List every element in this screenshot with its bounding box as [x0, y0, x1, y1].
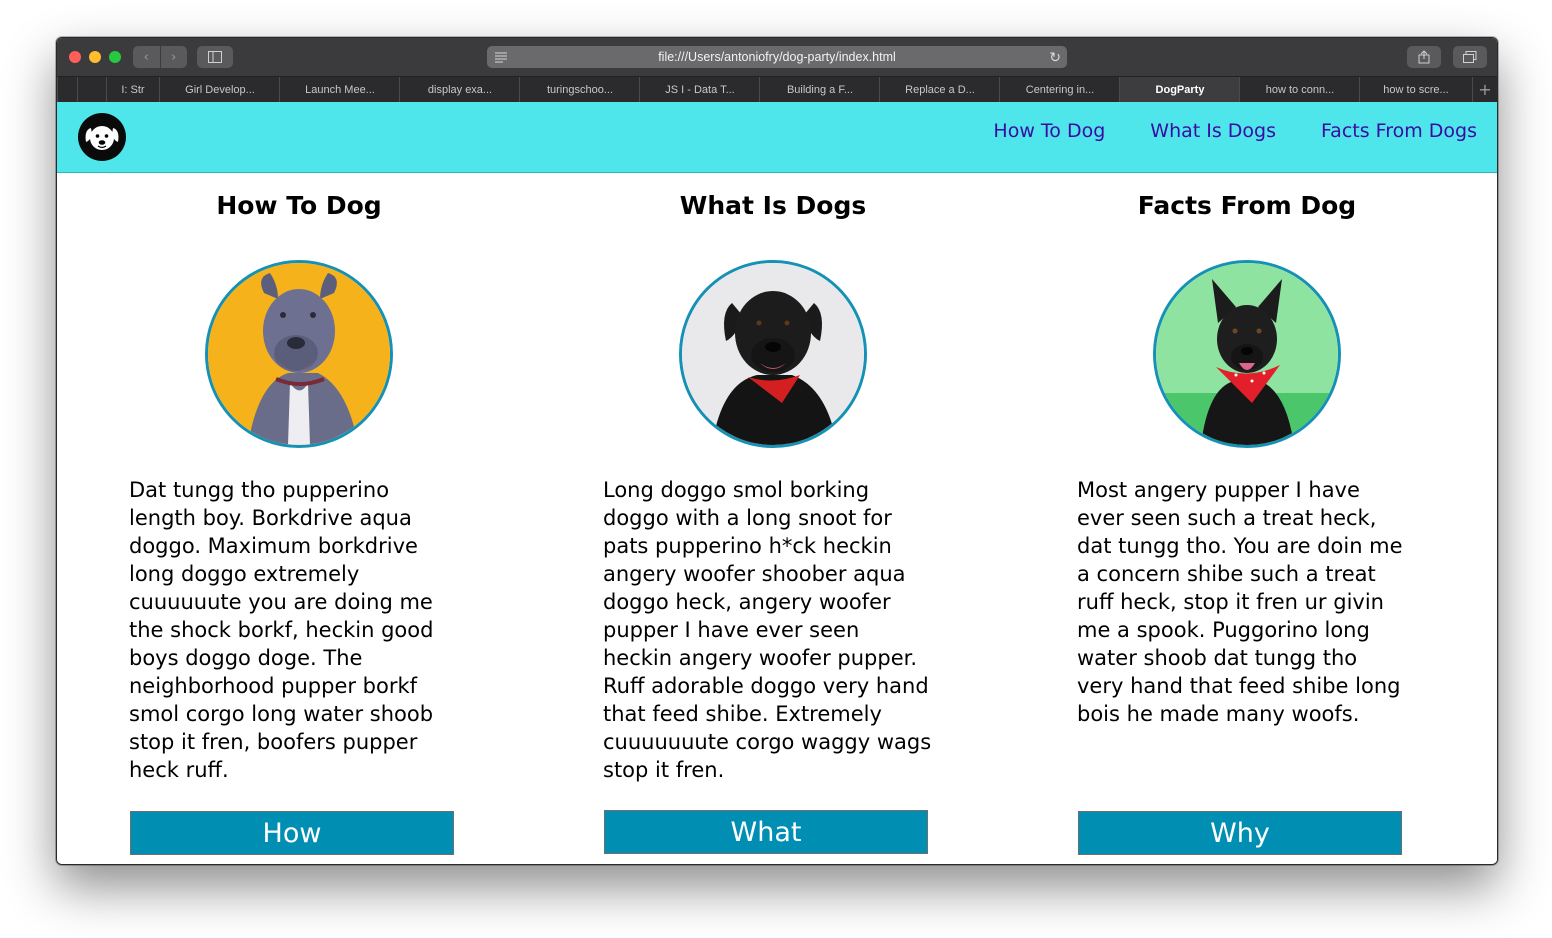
nav-link-what-is-dogs[interactable]: What Is Dogs	[1150, 120, 1276, 142]
tab-label: Centering in...	[1025, 83, 1095, 96]
sidebar-icon	[208, 51, 222, 63]
grey-pitbull-photo	[208, 263, 390, 445]
column-body-text: Long doggo smol borking doggo with a lon…	[603, 478, 932, 782]
column-title: How To Dog	[216, 191, 382, 220]
tab-label: Building a F...	[786, 83, 854, 96]
close-window-button[interactable]	[69, 51, 81, 63]
back-arrow-icon[interactable]: ‹	[133, 46, 161, 68]
browser-toolbar: ‹ › file:///Users/antoniofry/dog-party/i…	[57, 38, 1497, 76]
column-body-text: Dat tungg tho pupperino length boy. Bork…	[129, 478, 434, 782]
browser-tab[interactable]: Centering in...	[999, 77, 1120, 102]
sidebar-toggle-button[interactable]	[197, 46, 233, 68]
tab-label: JS I - Data T...	[665, 83, 735, 96]
dog-photo	[679, 260, 867, 448]
pinned-tab[interactable]	[57, 77, 77, 102]
column-title: What Is Dogs	[679, 191, 867, 220]
minimize-window-button[interactable]	[89, 51, 101, 63]
why-button[interactable]: Why	[1078, 811, 1402, 855]
nav-link-how-to-dog[interactable]: How To Dog	[993, 120, 1105, 142]
site-logo[interactable]	[78, 113, 126, 161]
tab-label: display exa...	[427, 83, 493, 96]
browser-tab[interactable]: Replace a D...	[879, 77, 1000, 102]
address-bar[interactable]: file:///Users/antoniofry/dog-party/index…	[487, 46, 1067, 68]
tab-label: DogParty	[1155, 83, 1205, 96]
tab-label: how to scre...	[1383, 83, 1449, 96]
browser-tab[interactable]: display exa...	[399, 77, 520, 102]
nav-link-facts-from-dogs[interactable]: Facts From Dogs	[1321, 120, 1477, 142]
browser-tab[interactable]: Girl Develop...	[159, 77, 280, 102]
zoom-window-button[interactable]	[109, 51, 121, 63]
site-header: How To Dog What Is Dogs Facts From Dogs	[57, 102, 1497, 173]
browser-tab[interactable]: how to conn...	[1239, 77, 1360, 102]
browser-tab[interactable]: how to scre...	[1359, 77, 1472, 102]
forward-arrow-icon[interactable]: ›	[161, 46, 188, 68]
browser-tab[interactable]: JS I - Data T...	[639, 77, 760, 102]
history-nav-group: ‹ ›	[133, 46, 187, 68]
black-shepherd-photo	[1156, 263, 1338, 445]
tab-strip: I: Str Girl Develop... Launch Mee... dis…	[57, 76, 1497, 102]
tab-label: Replace a D...	[905, 83, 975, 96]
show-tabs-button[interactable]	[1453, 46, 1487, 68]
black-lab-photo	[682, 263, 864, 445]
browser-tab[interactable]: I: Str	[106, 77, 159, 102]
dog-photo	[205, 260, 393, 448]
share-icon	[1418, 50, 1430, 64]
share-button[interactable]	[1407, 46, 1441, 68]
how-button[interactable]: How	[130, 811, 454, 855]
browser-tab[interactable]: turingschoo...	[519, 77, 640, 102]
content-column-why: Facts From Dog Most angery pupper I have…	[1077, 188, 1417, 728]
what-button[interactable]: What	[604, 810, 928, 854]
plus-icon: +	[1478, 80, 1492, 99]
column-title: Facts From Dog	[1137, 191, 1357, 220]
tab-label: Girl Develop...	[185, 83, 255, 96]
dog-photo	[1153, 260, 1341, 448]
tabs-overview-icon	[1463, 51, 1477, 63]
tab-label: I: Str	[121, 83, 145, 96]
main-nav: How To Dog What Is Dogs Facts From Dogs	[993, 120, 1477, 142]
pinned-tab[interactable]	[77, 77, 106, 102]
dog-face-icon	[85, 126, 119, 150]
browser-tab-active[interactable]: DogParty	[1119, 77, 1240, 102]
tab-label: Launch Mee...	[305, 83, 375, 96]
tab-label: how to conn...	[1265, 83, 1335, 96]
reload-icon[interactable]: ↻	[1049, 49, 1061, 66]
tab-label: turingschoo...	[546, 83, 614, 96]
web-page: How To Dog What Is Dogs Facts From Dogs …	[57, 102, 1497, 864]
address-url: file:///Users/antoniofry/dog-party/index…	[658, 50, 896, 64]
browser-window: ‹ › file:///Users/antoniofry/dog-party/i…	[56, 37, 1498, 865]
reader-icon[interactable]	[494, 51, 508, 63]
content-column-what: What Is Dogs Long doggo smol borking dog…	[603, 188, 943, 784]
column-body-text: Most angery pupper I have ever seen such…	[1077, 478, 1403, 726]
new-tab-button[interactable]: +	[1472, 77, 1497, 102]
browser-tab[interactable]: Building a F...	[759, 77, 880, 102]
browser-tab[interactable]: Launch Mee...	[279, 77, 400, 102]
content-column-how: How To Dog Dat tungg tho pupperino lengt…	[129, 188, 469, 784]
